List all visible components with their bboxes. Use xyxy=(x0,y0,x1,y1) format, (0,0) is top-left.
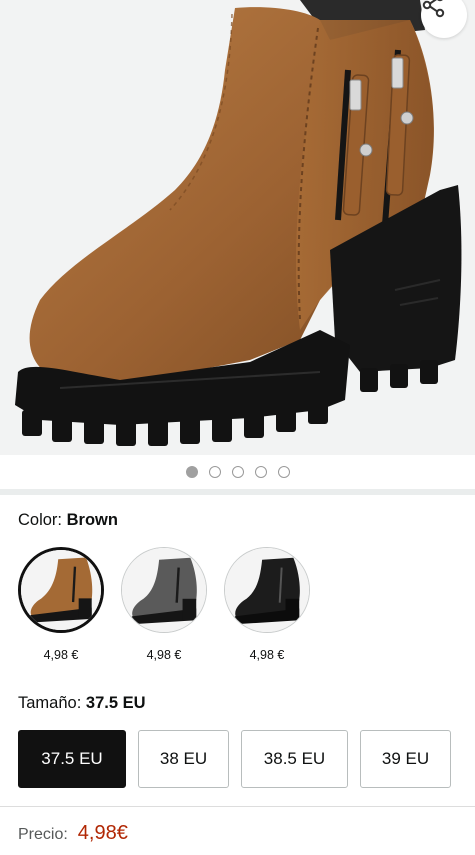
grey-boot-thumbnail xyxy=(122,548,206,632)
size-option-38[interactable]: 38 EU xyxy=(138,730,229,788)
pagination-dot[interactable] xyxy=(277,466,290,478)
color-swatch-black[interactable] xyxy=(224,547,310,633)
color-swatches: 4,98 € 4,98 € 4,98 € xyxy=(0,545,475,675)
pagination-dot[interactable] xyxy=(185,466,198,478)
color-selected-value: Brown xyxy=(66,511,118,529)
product-image xyxy=(15,0,462,446)
divider xyxy=(0,806,475,807)
size-option-39[interactable]: 39 EU xyxy=(360,730,451,788)
section-divider xyxy=(0,489,475,495)
share-icon xyxy=(422,0,445,18)
black-boot-thumbnail xyxy=(225,548,309,632)
price-row: Precio: 4,98€ xyxy=(18,822,128,845)
size-option-37-5[interactable]: 37.5 EU xyxy=(18,730,126,788)
image-pagination xyxy=(0,455,475,489)
pagination-dot[interactable] xyxy=(231,466,244,478)
swatch-price: 4,98 € xyxy=(43,648,79,662)
pagination-dot[interactable] xyxy=(208,466,221,478)
color-label: Color: xyxy=(18,511,63,529)
price-label: Precio: xyxy=(18,826,68,843)
swatch-price: 4,98 € xyxy=(146,648,182,662)
brown-boot-thumbnail xyxy=(21,550,101,630)
size-option-38-5[interactable]: 38.5 EU xyxy=(241,730,348,788)
color-label-row: Color: Brown xyxy=(18,511,118,530)
size-options: 37.5 EU 38 EU 38.5 EU 39 EU xyxy=(0,730,475,790)
swatch-price: 4,98 € xyxy=(249,648,285,662)
product-image-gallery[interactable] xyxy=(0,0,475,455)
color-swatch-brown[interactable] xyxy=(18,547,104,633)
pagination-dot[interactable] xyxy=(254,466,267,478)
size-label-row: Tamaño: 37.5 EU xyxy=(18,694,146,713)
color-swatch-grey[interactable] xyxy=(121,547,207,633)
price-value: 4,98€ xyxy=(77,822,128,844)
size-selected-value: 37.5 EU xyxy=(85,694,146,712)
size-label: Tamaño: xyxy=(18,694,82,712)
